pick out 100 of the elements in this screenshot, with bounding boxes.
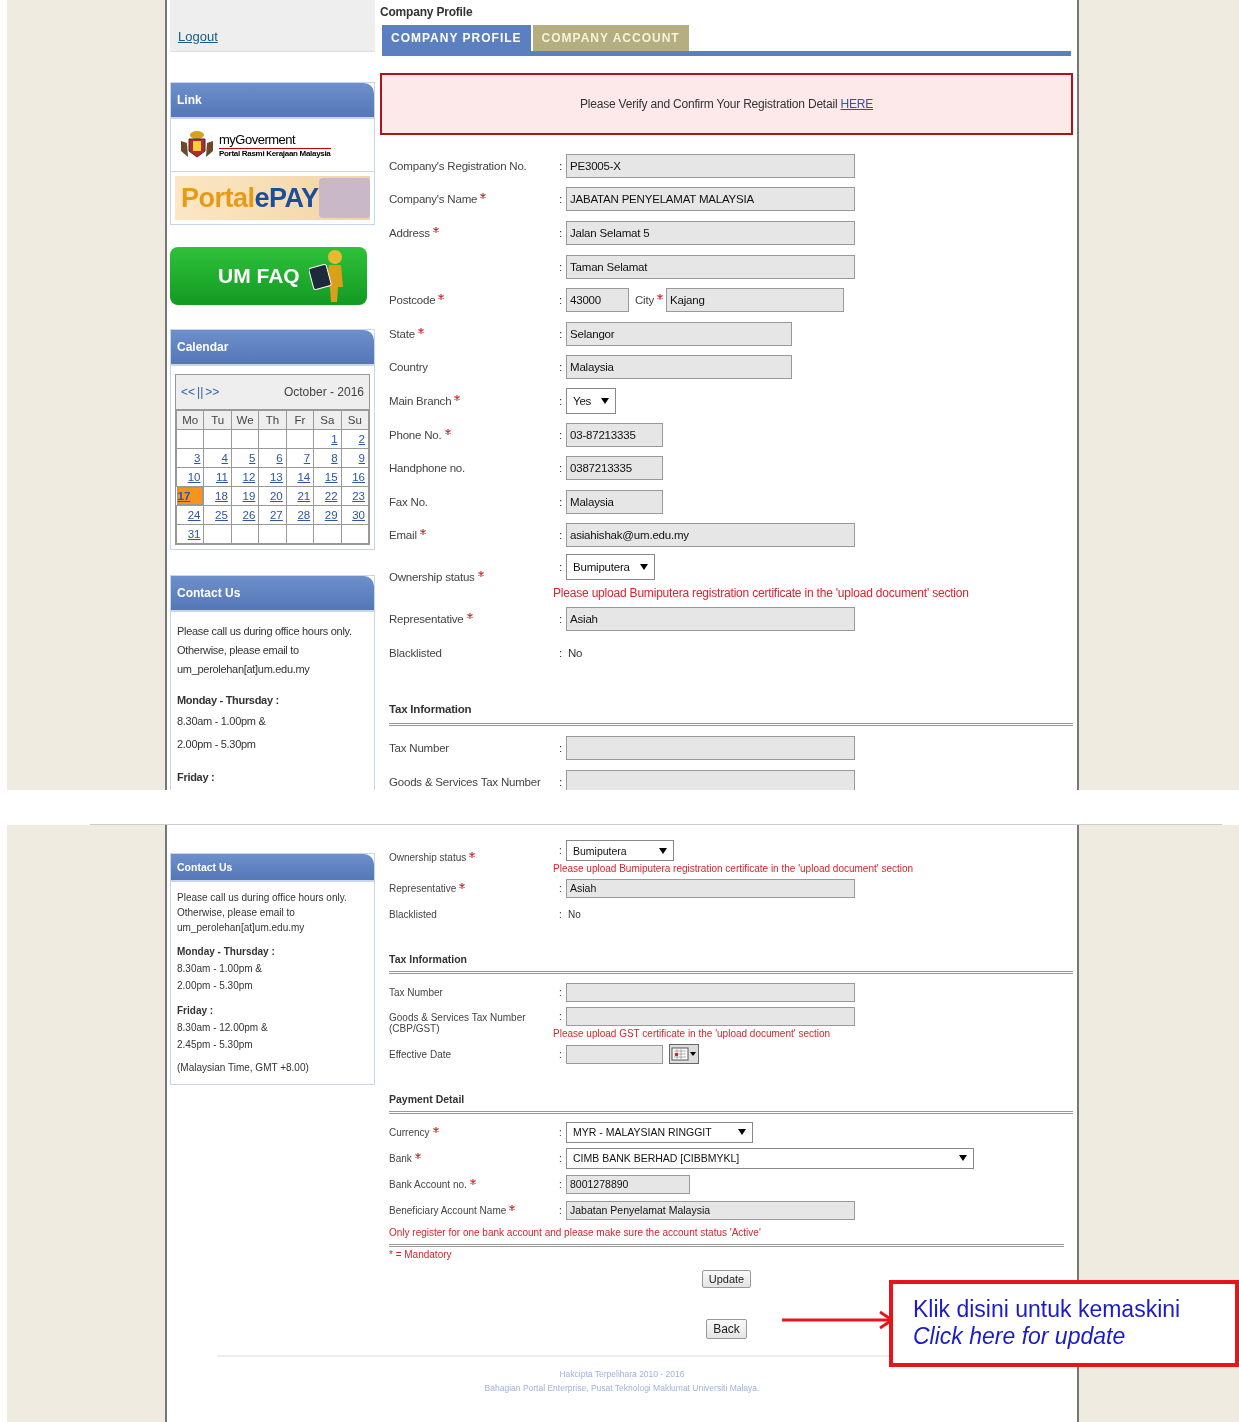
calendar-nav-link[interactable]: >> [205,385,220,399]
field-label: Company's Name [389,193,487,206]
here-link[interactable]: HERE [840,97,874,111]
weekday-header: Fr [286,410,314,430]
hours-text: 2.00pm - 5.30pm [177,979,254,993]
field-label: State [389,327,424,340]
colon-separator: : [559,1152,563,1164]
colon-separator: : [559,1126,563,1138]
form-button[interactable]: Update [701,1270,752,1288]
tab[interactable]: COMPANY PROFILE [382,25,531,51]
date-field[interactable] [566,1044,663,1064]
text-field[interactable]: Jalan Selamat 5 [566,221,855,245]
field-label: Bank [389,1152,421,1164]
calendar-day[interactable]: 3 [194,452,201,464]
text-field[interactable]: Kajang [666,288,844,313]
field-label: Representative [389,882,466,894]
colon-separator: : [559,529,563,542]
section-heading: Tax Information [389,953,468,965]
text-field[interactable]: Jabatan Penyelamat Malaysia [566,1200,855,1220]
colon-separator: : [559,1178,563,1190]
text-field[interactable]: 8001278890 [566,1174,690,1194]
field-label: Representative [389,612,473,625]
field-label: Postcode [389,294,445,307]
menu-link[interactable]: Logout [178,29,375,44]
calendar-nav-link[interactable]: || [197,385,204,399]
field-label: Effective Date [389,1048,452,1060]
page-title: Company Profile [380,4,474,21]
text-field[interactable]: Malaysia [566,489,663,514]
calendar-day[interactable]: 6 [276,452,283,464]
colon-separator: : [559,742,563,755]
text-field[interactable]: Taman Selamat [566,254,855,279]
caret-icon [639,563,648,572]
calendar-nav-link[interactable]: << [181,385,195,399]
text-field[interactable] [566,769,855,790]
text-field[interactable]: 43000 [566,288,629,313]
field-label: Blacklisted [389,646,442,659]
field-label: Tax Number [389,986,443,998]
colon-separator: : [559,908,563,920]
calendar-month: October - 2016 [283,385,364,399]
text-field[interactable] [566,736,855,761]
colon-separator: : [559,193,563,206]
field-label: Address [389,227,439,239]
weekday-header: Sa [313,410,342,430]
weekday-header: We [231,410,259,430]
calendar-day[interactable]: 5 [248,452,256,464]
dropdown[interactable]: Yes [566,387,617,414]
text-field[interactable]: 03-87213335 [566,422,663,447]
text-field[interactable]: asiahishak@um.edu.my [566,523,855,548]
portalepay-link[interactable]: PortalePAY [175,176,370,220]
mygovernment-link[interactable]: myGoverment Portal Rasmi Kerajaan Malaysia [171,119,374,172]
calendar-day[interactable]: 1 [331,433,338,445]
caret-icon [659,846,667,855]
text-field[interactable]: Malaysia [566,355,792,380]
contact-text: Otherwise, please email to [177,643,300,658]
calendar-picker-icon[interactable] [669,1044,699,1064]
field-value: No [568,908,581,920]
timezone-text: (Malaysian Time, GMT +8.00) [177,1061,310,1075]
text-field[interactable]: Asiah [566,878,855,898]
text-field[interactable]: PE3005-X [566,153,855,178]
panel-header: Contact Us [171,854,374,882]
field-value: No [568,646,583,659]
dropdown[interactable]: Bumiputera [566,554,655,581]
colon-separator: : [559,260,563,273]
colon-separator: : [559,159,563,172]
text-field[interactable]: Selangor [566,321,792,346]
hours-text: 2.45pm - 5.30pm [177,1038,254,1052]
field-label: Ownership status [389,571,484,584]
text-field[interactable]: JABATAN PENYELAMAT MALAYSIA [566,187,855,212]
calendar-day[interactable]: 2 [358,433,365,445]
calendar-day[interactable]: 9 [358,452,365,464]
photo-placeholder [318,178,370,218]
colon-separator: : [559,294,563,307]
mandatory-note: * = Mandatory [389,1249,453,1260]
text-field[interactable]: Asiah [566,606,855,631]
calendar-day[interactable]: 7 [303,452,311,464]
calendar-day[interactable]: 8 [331,452,338,464]
calendar-day[interactable]: 4 [221,452,228,464]
text-field[interactable] [566,1007,855,1026]
text-field[interactable]: 0387213335 [566,456,663,481]
dropdown[interactable]: Bumiputera [566,840,674,861]
callout-text: Klik disini untuk kemaskini [913,1296,1182,1323]
field-label: Email [389,529,426,542]
colon-separator: : [559,462,563,475]
panel-header: Calendar [171,330,374,366]
colon-separator: : [559,1048,563,1060]
colon-separator: : [559,1011,563,1022]
field-label: Blacklisted [389,908,437,920]
dropdown[interactable]: CIMB BANK BERHAD [CIBBMYKL] [566,1147,974,1169]
warning-note: Please upload Bumiputera registration certificate in the 'upload document' section [553,586,969,601]
hours-text: 8.30am - 12.00pm & [177,1021,269,1035]
field-label: City [635,294,663,307]
dropdown[interactable]: MYR - MALAYSIAN RINGGIT [566,1121,753,1143]
form-button[interactable]: Back [706,1319,747,1339]
field-label: Currency [389,1126,439,1138]
weekday-header: Tu [204,410,232,430]
hours-heading: Monday - Thursday : [177,693,280,708]
text-field[interactable] [566,982,855,1002]
field-label: Bank Account no. [389,1178,476,1190]
hours-heading: Monday - Thursday : [177,945,276,959]
colon-separator: : [559,227,563,239]
